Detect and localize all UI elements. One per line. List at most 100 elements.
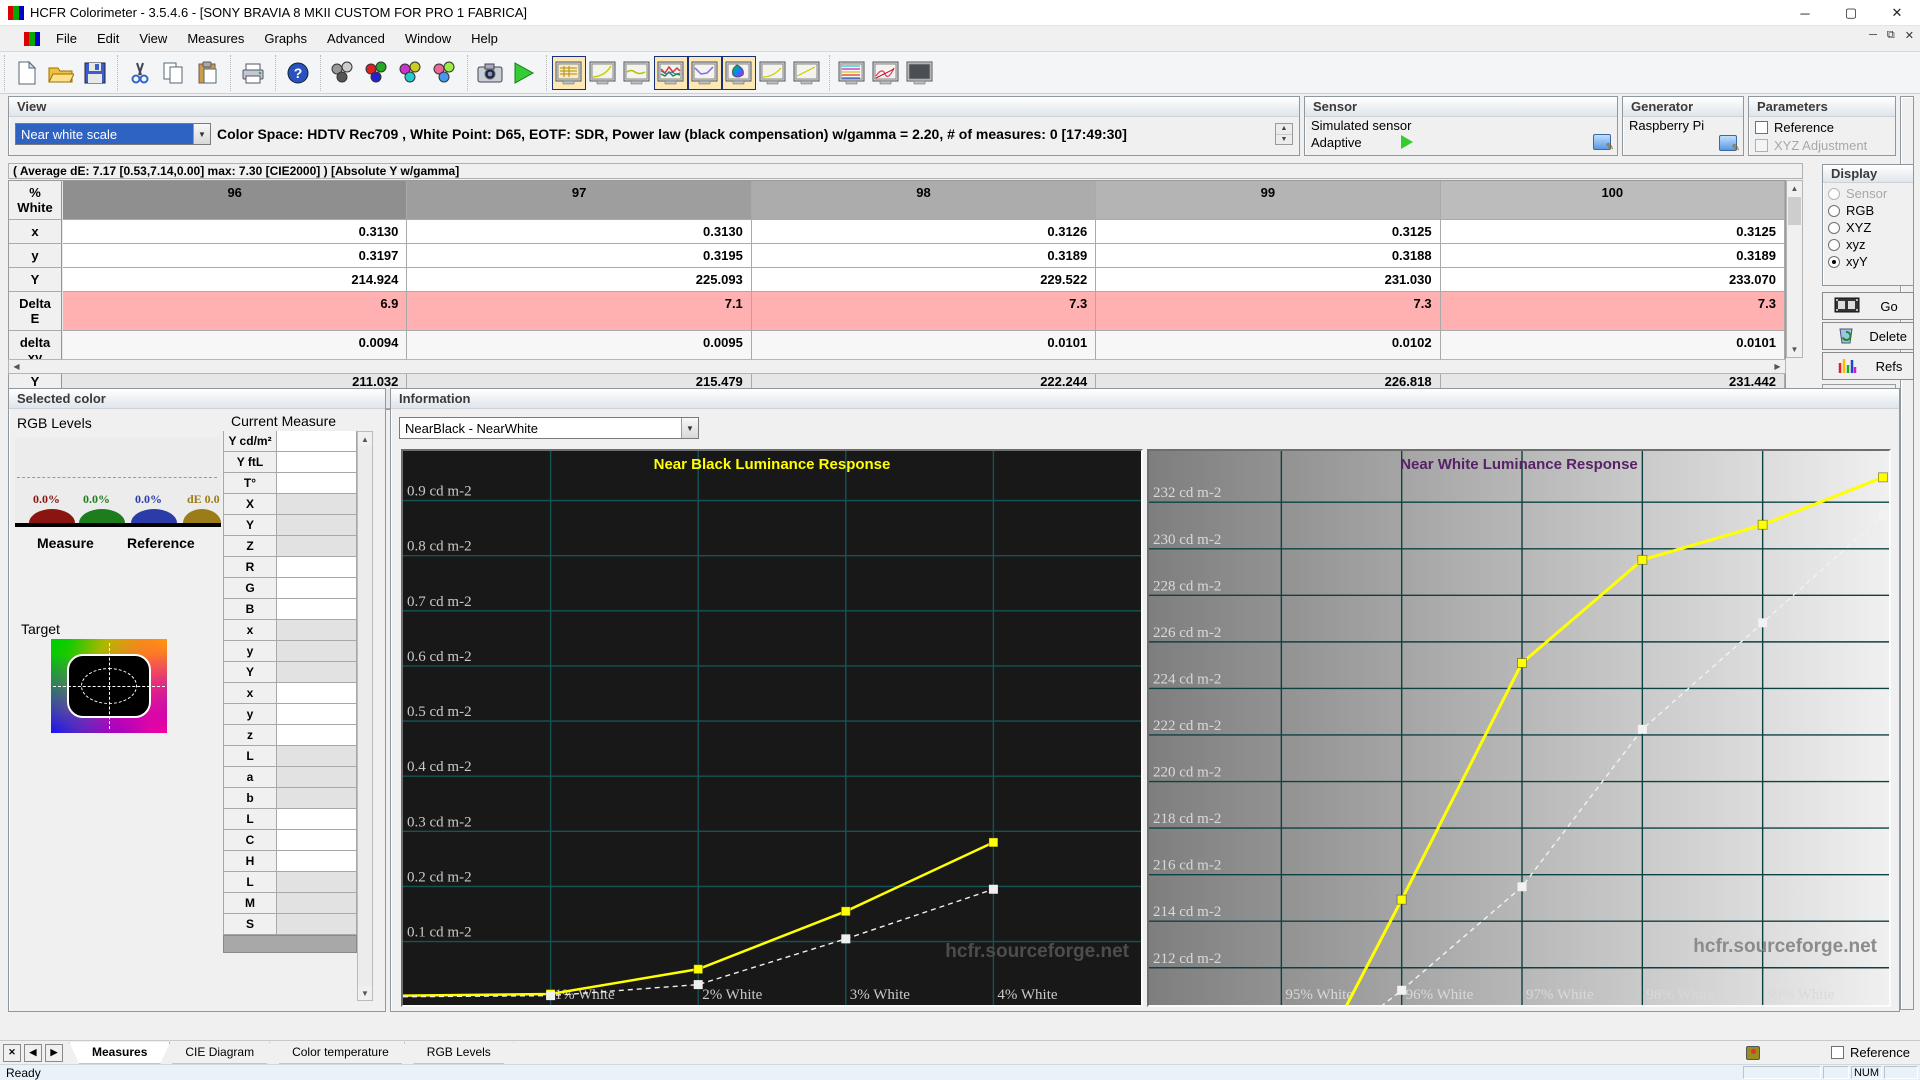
table-cell[interactable]: 0.3126 <box>751 220 1097 244</box>
measure-row-value[interactable] <box>277 872 357 893</box>
table-cell[interactable]: 0.3125 <box>1440 220 1785 244</box>
view-luminance-icon[interactable] <box>688 55 722 90</box>
measure-row-value[interactable] <box>277 830 357 851</box>
table-cell[interactable]: 231.030 <box>1096 268 1441 292</box>
mdi-minimize-icon[interactable]: ─ <box>1869 29 1877 42</box>
view-gamma-icon[interactable] <box>586 56 620 90</box>
generator-config-icon[interactable] <box>1719 135 1740 154</box>
measure-row-value[interactable] <box>277 683 357 704</box>
next-tab-icon[interactable]: ▶ <box>45 1043 63 1062</box>
measure-row-value[interactable] <box>277 431 357 452</box>
measure-row-value[interactable] <box>277 725 357 746</box>
menu-view[interactable]: View <box>129 27 177 50</box>
measure-row-value[interactable] <box>277 746 357 767</box>
view-cie-diagram-icon[interactable] <box>722 55 756 90</box>
column-header-99[interactable]: 99 <box>1096 181 1441 220</box>
measure-row-value[interactable] <box>277 809 357 830</box>
scroll-right-icon[interactable]: ▶ <box>1770 360 1785 373</box>
scroll-up-icon[interactable]: ▲ <box>1787 181 1802 196</box>
menu-file[interactable]: File <box>46 27 87 50</box>
scroll-left-icon[interactable]: ◀ <box>9 360 24 373</box>
measure-row-value[interactable] <box>277 704 357 725</box>
radio-icon[interactable] <box>1828 205 1840 217</box>
tabbar-reference-checkbox[interactable]: Reference <box>1831 1045 1910 1060</box>
sensor-config-icon[interactable] <box>1593 134 1614 153</box>
menu-measures[interactable]: Measures <box>177 27 254 50</box>
new-file-icon[interactable] <box>10 56 44 90</box>
display-option-xyz[interactable]: XYZ <box>1828 219 1908 236</box>
table-cell[interactable]: 225.093 <box>407 268 752 292</box>
menu-edit[interactable]: Edit <box>87 27 129 50</box>
view-multi-curves-icon[interactable] <box>869 56 903 90</box>
close-tab-icon[interactable]: ✕ <box>3 1043 21 1062</box>
radio-icon[interactable] <box>1828 239 1840 251</box>
view-measures-icon[interactable] <box>552 55 586 90</box>
information-select[interactable]: NearBlack - NearWhite ▼ <box>399 417 699 439</box>
scroll-thumb[interactable] <box>1788 197 1801 225</box>
radio-icon[interactable] <box>1828 256 1840 268</box>
prev-tab-icon[interactable]: ◀ <box>24 1043 42 1062</box>
radio-icon[interactable] <box>1828 222 1840 234</box>
table-cell[interactable]: 7.3 <box>1096 292 1441 331</box>
close-icon[interactable]: ✕ <box>1874 0 1920 26</box>
table-cell[interactable]: 0.3195 <box>407 244 752 268</box>
table-cell[interactable]: 214.924 <box>63 268 408 292</box>
table-cell[interactable]: 7.3 <box>1440 292 1785 331</box>
tab-color-temperature[interactable]: Color temperature <box>269 1042 412 1064</box>
capture-icon[interactable] <box>473 56 507 90</box>
tab-measures[interactable]: Measures <box>69 1042 170 1064</box>
refs-button[interactable]: Refs <box>1822 352 1914 380</box>
print-icon[interactable] <box>236 56 270 90</box>
sensor-run-icon[interactable] <box>1401 135 1413 149</box>
view-curve-a-icon[interactable] <box>756 56 790 90</box>
measure-row-value[interactable] <box>277 599 357 620</box>
secondary-colors-measure-icon[interactable] <box>394 56 428 90</box>
table-cell[interactable]: 7.1 <box>407 292 752 331</box>
menu-window[interactable]: Window <box>395 27 461 50</box>
measure-count-spinner[interactable]: ▲ ▼ <box>1275 123 1293 145</box>
column-header-100[interactable]: 100 <box>1440 181 1785 220</box>
measure-row-value[interactable] <box>277 893 357 914</box>
column-header-96[interactable]: 96 <box>63 181 408 220</box>
mdi-close-icon[interactable]: ✕ <box>1905 29 1914 42</box>
open-file-icon[interactable] <box>44 56 78 90</box>
copy-icon[interactable] <box>157 56 191 90</box>
measure-row-value[interactable] <box>277 767 357 788</box>
table-cell[interactable]: 0.3130 <box>407 220 752 244</box>
table-cell[interactable]: 0.3189 <box>1440 244 1785 268</box>
table-cell[interactable]: 6.9 <box>63 292 408 331</box>
run-measures-icon[interactable] <box>507 56 541 90</box>
scroll-up-icon[interactable]: ▲ <box>358 432 372 446</box>
measure-row-value[interactable] <box>277 494 357 515</box>
reference-checkbox[interactable]: Reference <box>1755 120 1889 135</box>
minimize-icon[interactable]: ─ <box>1782 0 1828 26</box>
saturation-measure-icon[interactable] <box>428 56 462 90</box>
scroll-down-icon[interactable]: ▼ <box>1787 342 1802 357</box>
table-cell[interactable]: 0.3130 <box>63 220 408 244</box>
view-dark-screen-icon[interactable] <box>903 56 937 90</box>
tab-rgb-levels[interactable]: RGB Levels <box>404 1042 514 1064</box>
tab-cie-diagram[interactable]: CIE Diagram <box>162 1042 277 1064</box>
measure-row-value[interactable] <box>277 914 357 935</box>
table-horizontal-scrollbar[interactable]: ◀ ▶ <box>8 359 1786 374</box>
measure-row-value[interactable] <box>277 620 357 641</box>
go-button[interactable]: Go <box>1822 292 1914 320</box>
maximize-icon[interactable]: ▢ <box>1828 0 1874 26</box>
view-curve-b-icon[interactable] <box>790 56 824 90</box>
table-cell[interactable]: 229.522 <box>751 268 1097 292</box>
measure-row-value[interactable] <box>277 536 357 557</box>
measure-row-value[interactable] <box>277 578 357 599</box>
measure-row-value[interactable] <box>277 473 357 494</box>
table-cell[interactable]: 0.3188 <box>1096 244 1441 268</box>
mdi-restore-icon[interactable]: ⧉ <box>1887 29 1895 42</box>
chevron-down-icon[interactable]: ▼ <box>681 418 698 438</box>
display-option-xyz[interactable]: xyz <box>1828 236 1908 253</box>
current-measure-scrollbar[interactable]: ▲ ▼ <box>357 431 373 1001</box>
menu-advanced[interactable]: Advanced <box>317 27 395 50</box>
table-cell[interactable]: 0.3125 <box>1096 220 1441 244</box>
table-cell[interactable]: 0.3189 <box>751 244 1097 268</box>
save-file-icon[interactable] <box>78 56 112 90</box>
measure-row-value[interactable] <box>277 515 357 536</box>
view-color-temperature-icon[interactable] <box>654 55 688 90</box>
display-option-rgb[interactable]: RGB <box>1828 202 1908 219</box>
